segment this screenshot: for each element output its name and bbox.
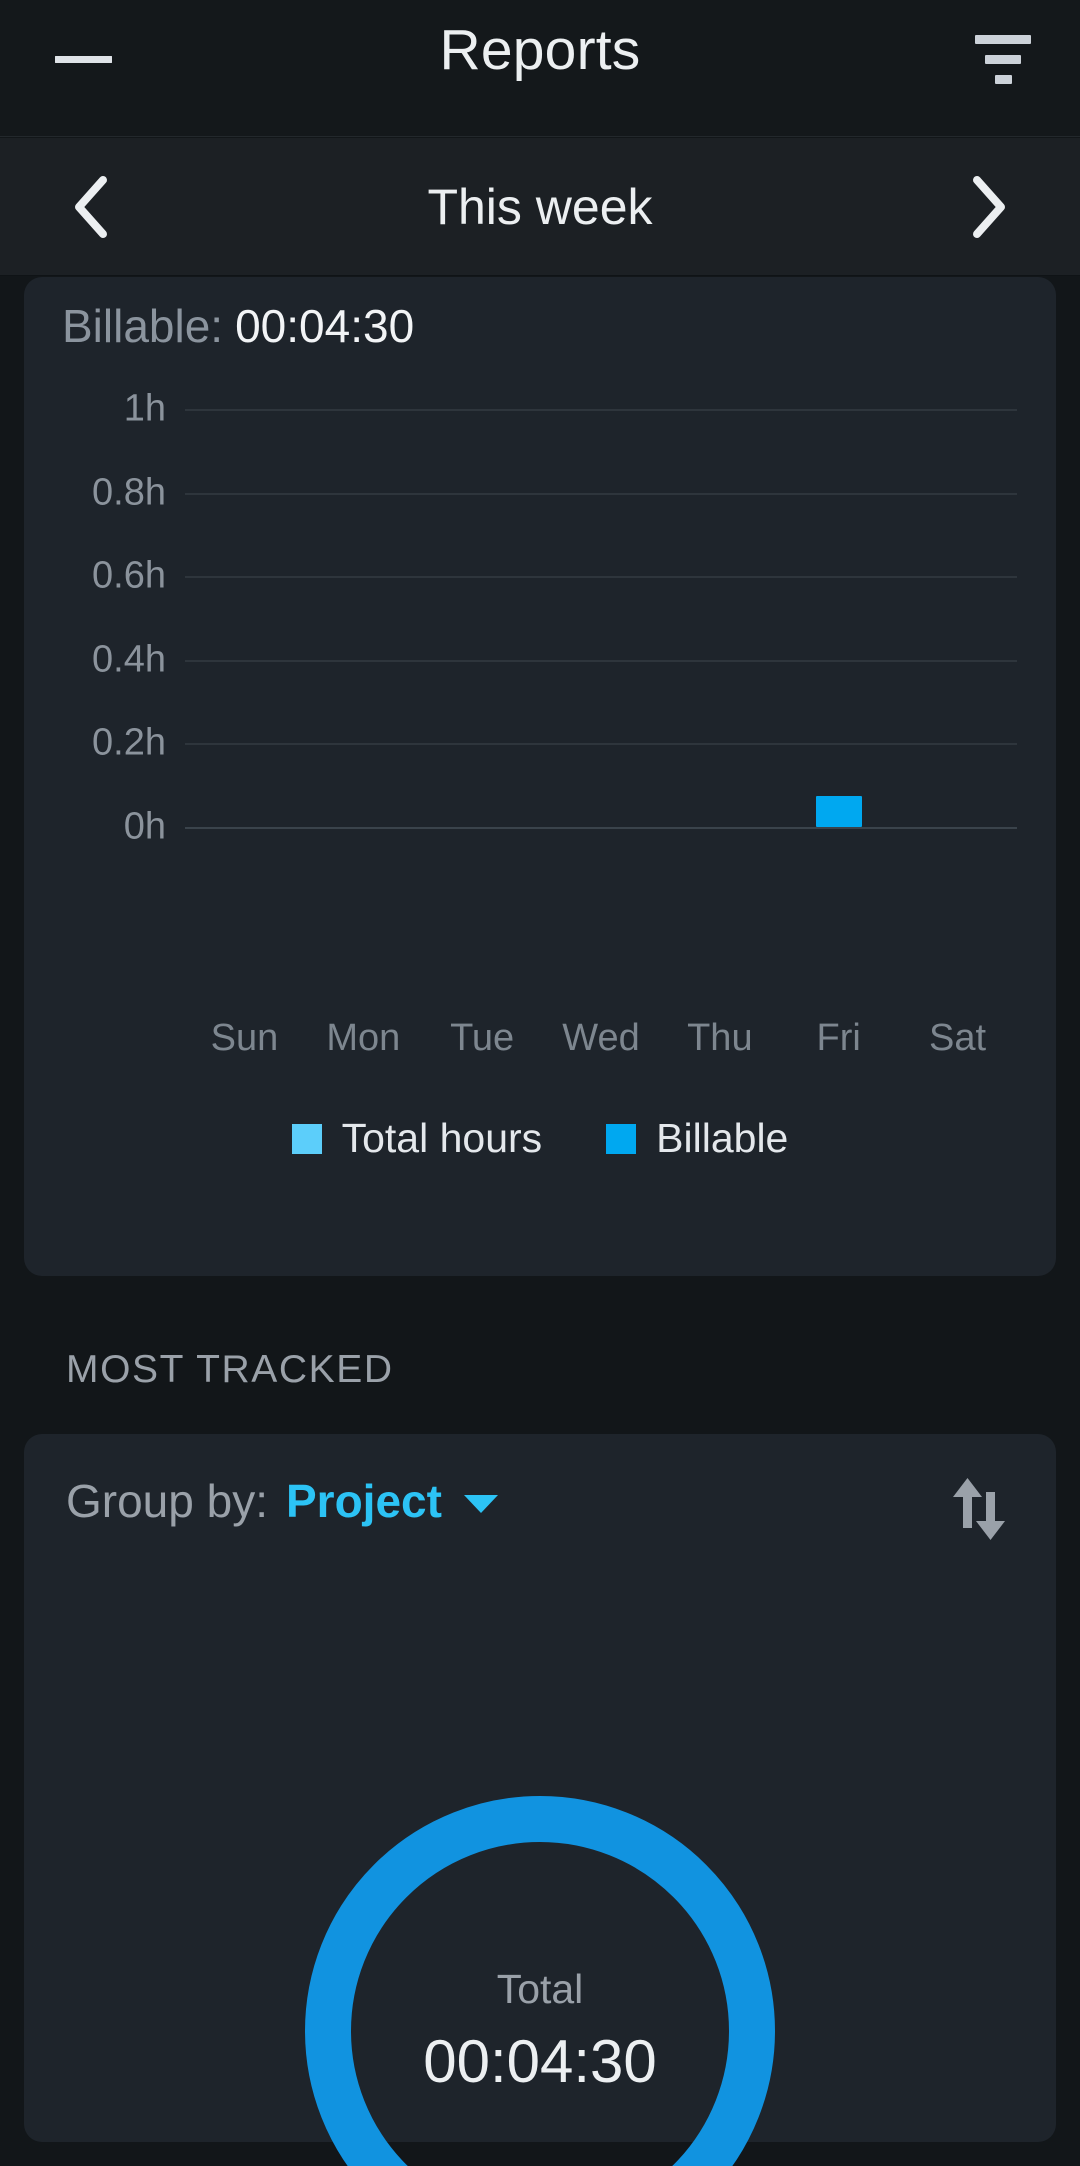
chart-bar[interactable] (816, 796, 862, 827)
gridline (185, 409, 1017, 411)
billable-summary: Billable:00:04:30 (62, 299, 414, 353)
group-by-selector[interactable]: Group by: Project (66, 1474, 498, 1528)
date-range-label: This week (0, 138, 1080, 276)
total-donut-chart: Total 00:04:30 (305, 1796, 775, 2166)
group-by-value[interactable]: Project (286, 1474, 442, 1528)
y-axis-tick-label: 0h (24, 806, 166, 849)
billable-value: 00:04:30 (235, 300, 414, 352)
gridline (185, 827, 1017, 829)
bar-chart-plot: 1h0.8h0.6h0.4h0.2h0h SunMonTueWedThuFriS… (24, 387, 1056, 1067)
y-axis-tick-label: 0.4h (24, 638, 166, 681)
chevron-right-icon[interactable] (948, 167, 1028, 247)
filter-bar (985, 55, 1021, 64)
legend-swatch (292, 1124, 322, 1154)
most-tracked-header: MOST TRACKED (66, 1348, 394, 1392)
y-axis-tick-label: 0.6h (24, 555, 166, 598)
y-axis-tick-label: 0.2h (24, 722, 166, 765)
reports-screen: Reports This week Billable:00:04:30 1h0.… (0, 0, 1080, 2166)
y-axis-tick-label: 1h (24, 388, 166, 431)
chevron-down-icon[interactable] (464, 1495, 498, 1513)
app-bar: Reports (0, 0, 1080, 137)
donut-value: 00:04:30 (423, 2027, 657, 2096)
sort-arrows-icon[interactable] (936, 1466, 1022, 1552)
chart-legend: Total hours Billable (24, 1115, 1056, 1162)
date-range-nav: This week (0, 138, 1080, 276)
gridline (185, 576, 1017, 578)
legend-item[interactable]: Total hours (292, 1115, 543, 1162)
gridline (185, 493, 1017, 495)
x-axis-tick-label: Sat (883, 1017, 1033, 1060)
billable-label: Billable: (62, 300, 223, 352)
donut-title: Total (497, 1966, 584, 2013)
legend-item[interactable]: Billable (606, 1115, 788, 1162)
legend-label: Billable (656, 1115, 788, 1162)
filter-icon[interactable] (958, 14, 1048, 104)
y-axis-tick-label: 0.8h (24, 471, 166, 514)
legend-swatch (606, 1124, 636, 1154)
weekly-chart-card: Billable:00:04:30 1h 0.8h 0.6h 0.4h 0.2h 0h S… (24, 277, 1056, 1276)
legend-label: Total hours (342, 1115, 543, 1162)
gridline (185, 743, 1017, 745)
gridline (185, 660, 1017, 662)
filter-bar (975, 35, 1031, 44)
page-title: Reports (0, 0, 1080, 100)
group-by-label: Group by: (66, 1474, 268, 1528)
filter-bar (995, 75, 1012, 84)
donut-center-label: Total 00:04:30 (305, 1796, 775, 2166)
